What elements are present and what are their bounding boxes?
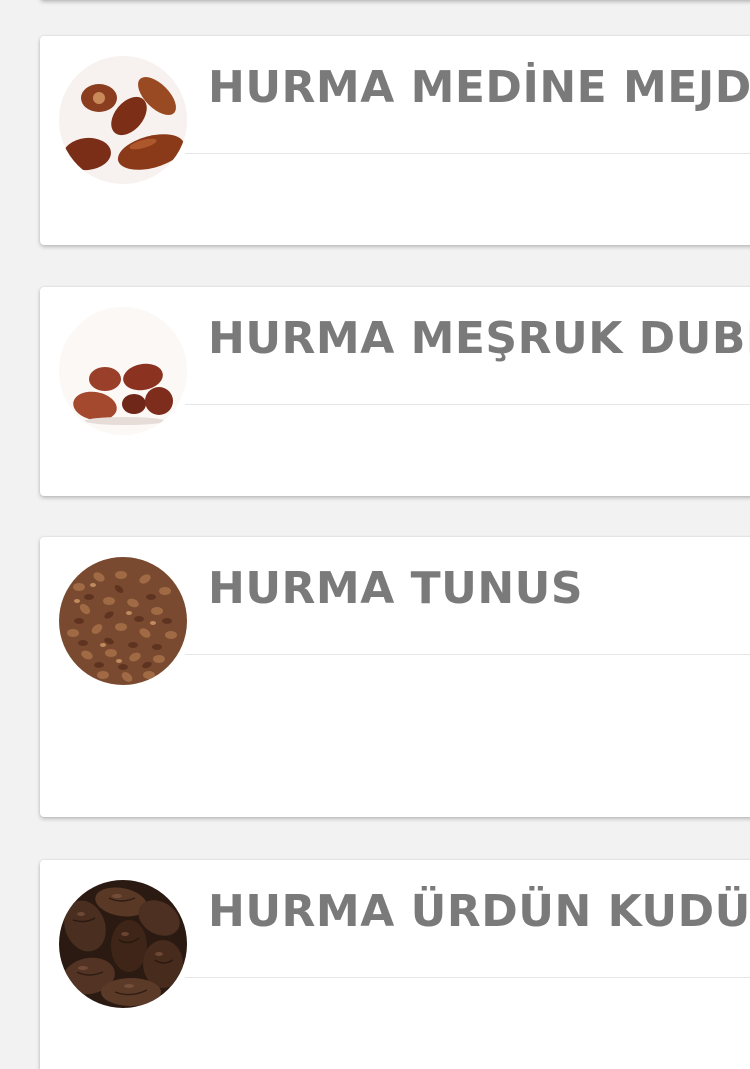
product-card[interactable]: HURMA MEDİNE MEJDOUL (40, 36, 750, 245)
product-title[interactable]: HURMA MEDİNE MEJDOUL (208, 62, 750, 114)
product-title[interactable]: HURMA ÜRDÜN KUDÜS (208, 886, 750, 938)
divider (185, 404, 750, 405)
product-card[interactable]: HURMA ÜRDÜN KUDÜS (40, 860, 750, 1069)
divider (185, 153, 750, 154)
mesruk-dates-image[interactable] (59, 307, 187, 435)
divider (185, 654, 750, 655)
product-list: HURMA MEDİNE MEJDOUL HURMA MEŞRUK DUBLE (0, 0, 750, 1069)
jordan-dates-image[interactable] (59, 880, 187, 1008)
product-card[interactable]: HURMA MEŞRUK DUBLE (40, 287, 750, 496)
medjool-dates-image[interactable] (59, 56, 187, 184)
product-card[interactable]: HURMA TUNUS (40, 537, 750, 817)
tunisian-dates-image[interactable] (59, 557, 187, 685)
divider (185, 977, 750, 978)
product-title[interactable]: HURMA TUNUS (208, 563, 750, 615)
product-title[interactable]: HURMA MEŞRUK DUBLE (208, 313, 750, 365)
